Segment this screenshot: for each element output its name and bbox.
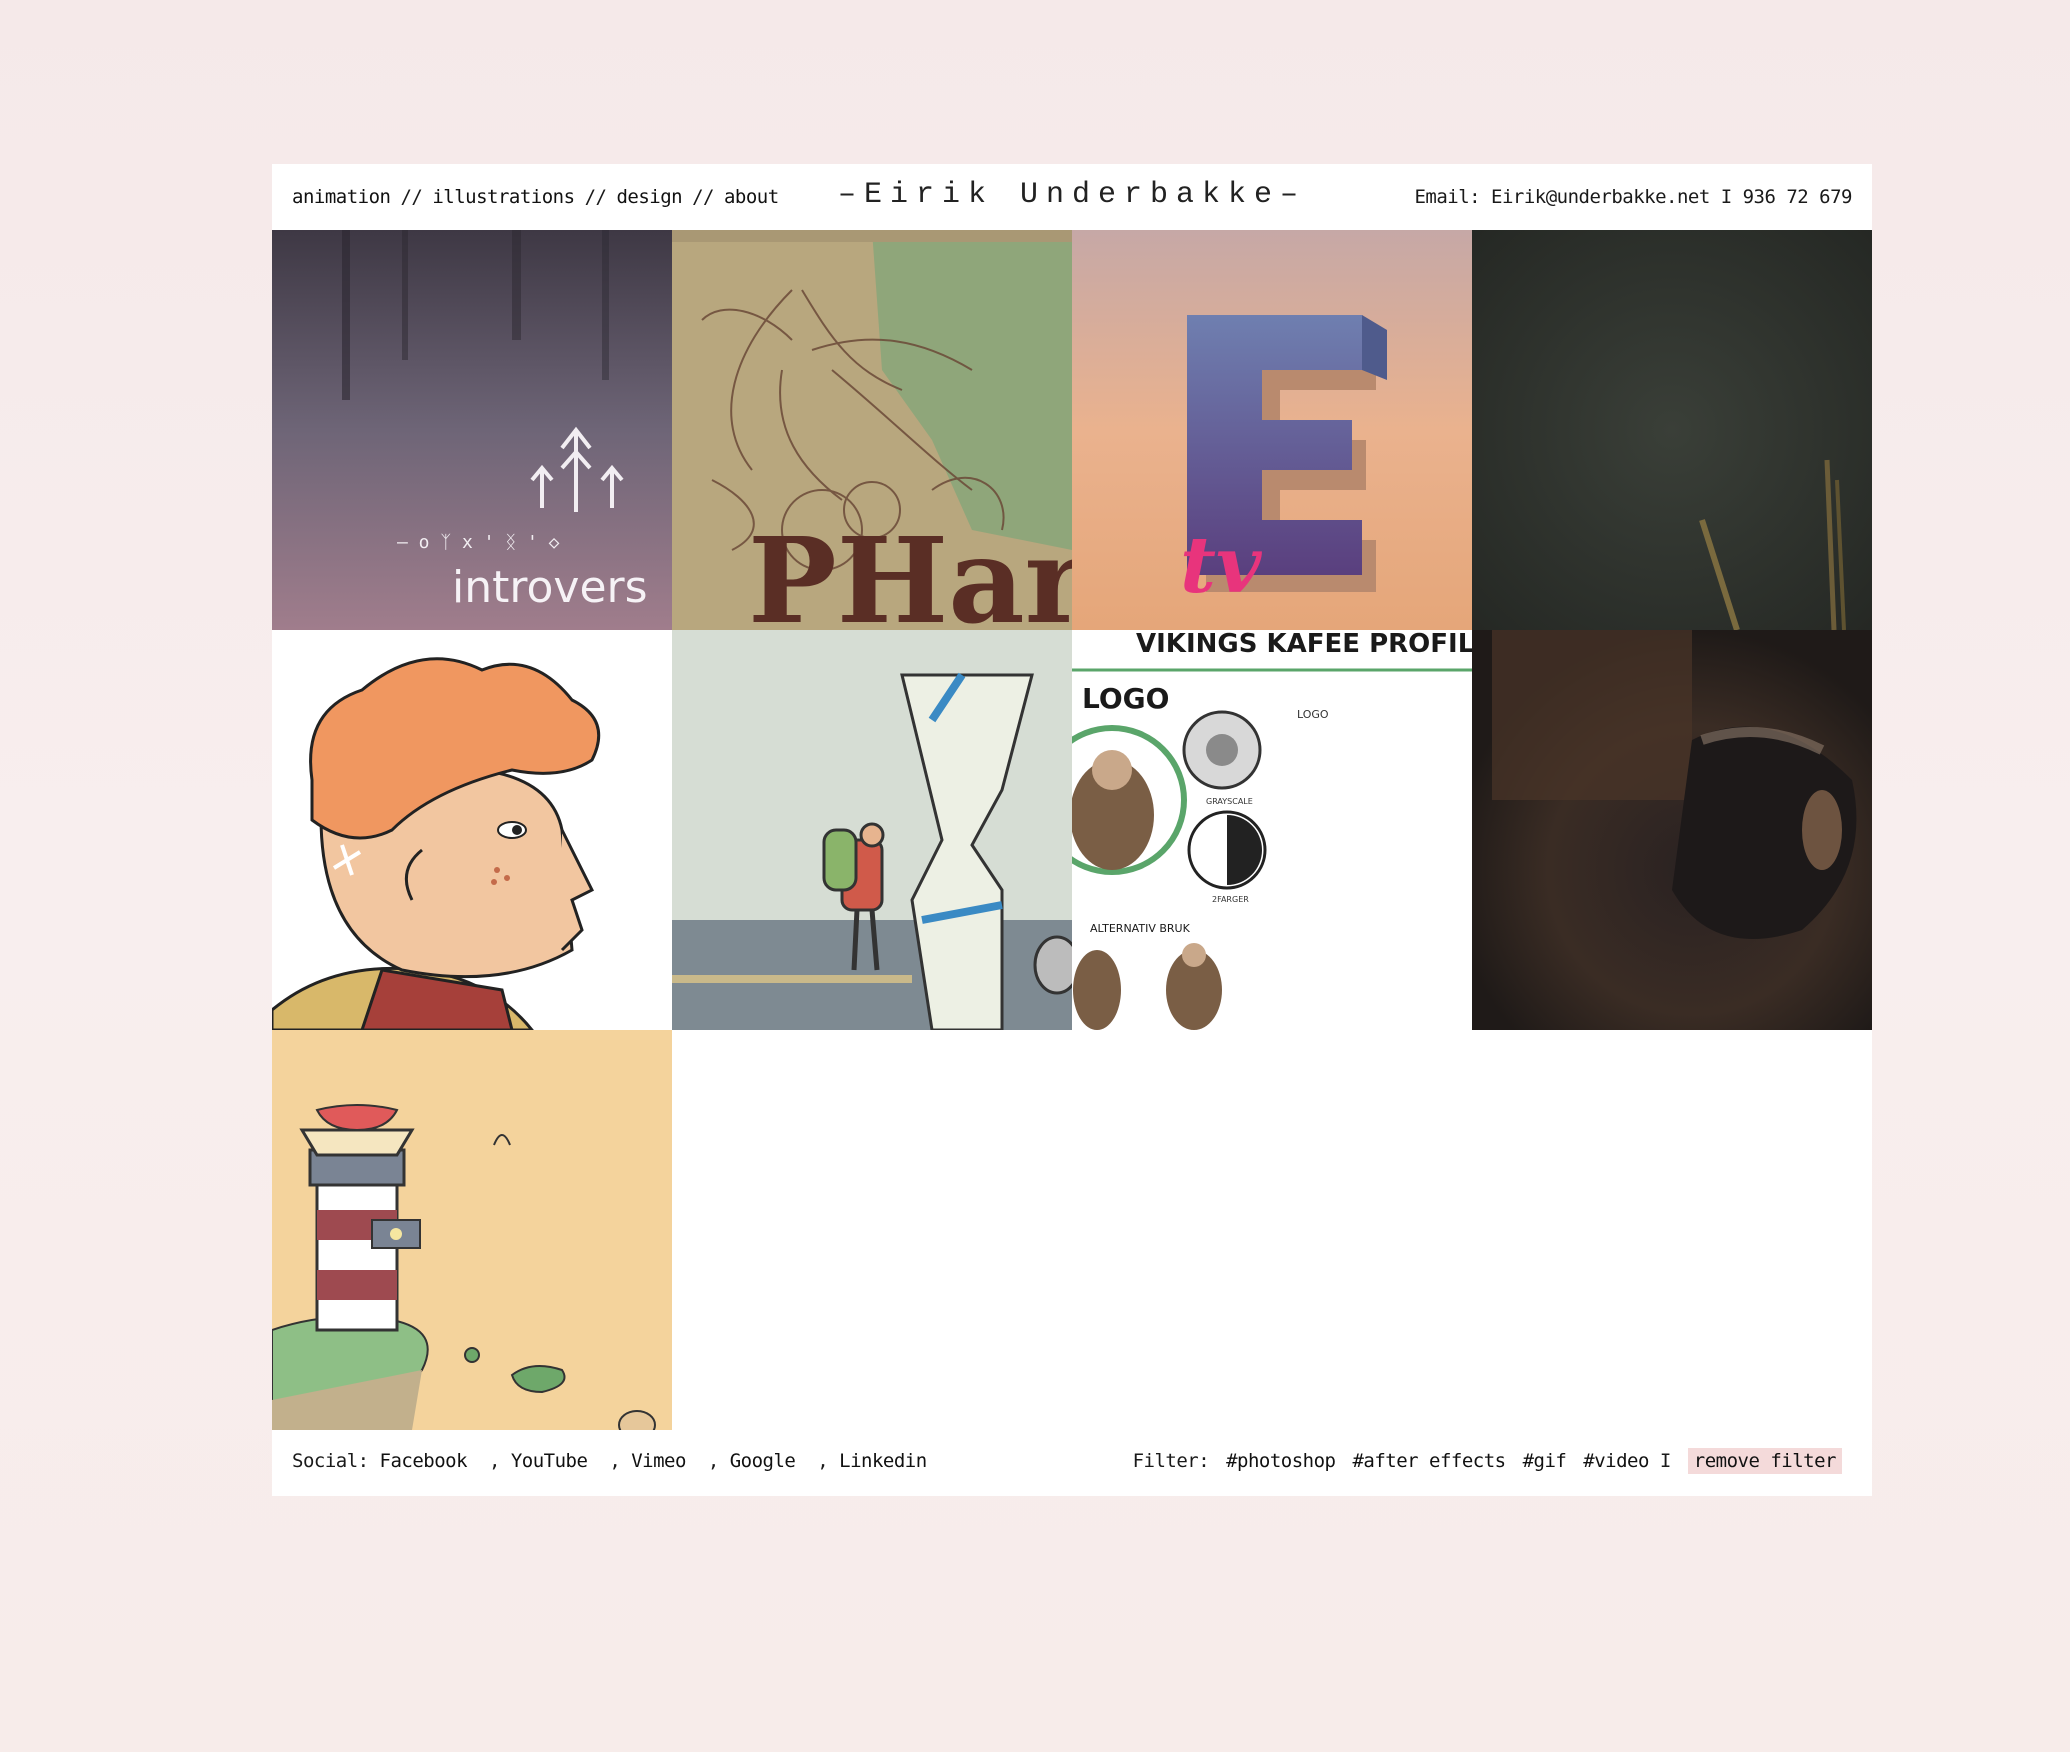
portfolio-tile-portrait[interactable] — [272, 630, 672, 1030]
portrait-artwork — [272, 630, 672, 1030]
pharma-caption: PHarr — [748, 511, 1072, 630]
vikings-artwork: VIKINGS KAFEE PROFIL LOGO LOGO GRAYSCALE… — [1072, 630, 1472, 1030]
introvert-caption: introvers — [452, 562, 648, 613]
portfolio-grid: – o ᛉ x ' ᛝ ' ◇ introvers PHar tv VIKING… — [272, 230, 1872, 1430]
portfolio-tile-traveller[interactable] — [672, 630, 1072, 1030]
portfolio-tile-dark-pixel[interactable] — [1472, 630, 1872, 1030]
contact-info: Email: Eirik@underbakke.net I 936 72 679 — [1414, 186, 1852, 208]
introvert-runes: – o ᛉ x ' ᛝ ' ◇ — [397, 532, 560, 553]
etv-artwork: tv — [1072, 230, 1472, 630]
footer: Social: Facebook , YouTube , Vimeo , Goo… — [272, 1430, 1872, 1496]
social-youtube[interactable]: YouTube — [511, 1450, 588, 1472]
vikings-logo-heading: LOGO — [1082, 682, 1169, 715]
vikings-twofarger-label: 2FARGER — [1212, 895, 1249, 904]
site-container: animation//illustrations//design//about … — [272, 164, 1872, 1496]
dark-forest-artwork — [1472, 230, 1872, 630]
portfolio-tile-lighthouse[interactable] — [272, 1030, 672, 1430]
introvert-artwork: – o ᛉ x ' ᛝ ' ◇ introvers — [272, 230, 672, 630]
header: animation//illustrations//design//about … — [272, 164, 1872, 230]
filter-label: Filter: — [1132, 1450, 1210, 1472]
etv-caption: tv — [1180, 520, 1263, 611]
lighthouse-artwork — [272, 1030, 672, 1430]
vikings-title: VIKINGS KAFEE PROFIL — [1136, 630, 1472, 659]
social-links: Social: Facebook , YouTube , Vimeo , Goo… — [292, 1450, 927, 1472]
social-google[interactable]: Google — [730, 1450, 796, 1472]
filter-photoshop[interactable]: #photoshop — [1226, 1450, 1336, 1472]
portfolio-tile-vikings[interactable]: VIKINGS KAFEE PROFIL LOGO LOGO GRAYSCALE… — [1072, 630, 1472, 1030]
vikings-grayscale-label: GRAYSCALE — [1206, 797, 1253, 806]
portfolio-tile-introvert[interactable]: – o ᛉ x ' ᛝ ' ◇ introvers — [272, 230, 672, 630]
filter-gif[interactable]: #gif — [1523, 1450, 1567, 1472]
remove-filter-button[interactable]: remove filter — [1687, 1448, 1842, 1474]
filter-video[interactable]: #video — [1583, 1450, 1649, 1472]
portfolio-tile-dark-forest[interactable] — [1472, 230, 1872, 630]
portfolio-tile-etv[interactable]: tv — [1072, 230, 1472, 630]
social-vimeo[interactable]: Vimeo — [631, 1450, 686, 1472]
portfolio-tile-pharma[interactable]: PHarr — [672, 230, 1072, 630]
filter-bar: Filter: #photoshop #after effects #gif #… — [1132, 1448, 1842, 1474]
vikings-logo-small: LOGO — [1297, 708, 1329, 721]
social-label: Social: — [292, 1450, 369, 1472]
pharma-artwork: PHarr — [672, 230, 1072, 630]
filter-separator: I — [1659, 1450, 1671, 1472]
traveller-artwork — [672, 630, 1072, 1030]
vikings-alt-label: ALTERNATIV BRUK — [1090, 922, 1191, 935]
social-linkedin[interactable]: Linkedin — [839, 1450, 927, 1472]
dark-pixel-artwork — [1472, 630, 1872, 1030]
filter-after-effects[interactable]: #after effects — [1352, 1450, 1506, 1472]
social-facebook[interactable]: Facebook — [380, 1450, 468, 1472]
